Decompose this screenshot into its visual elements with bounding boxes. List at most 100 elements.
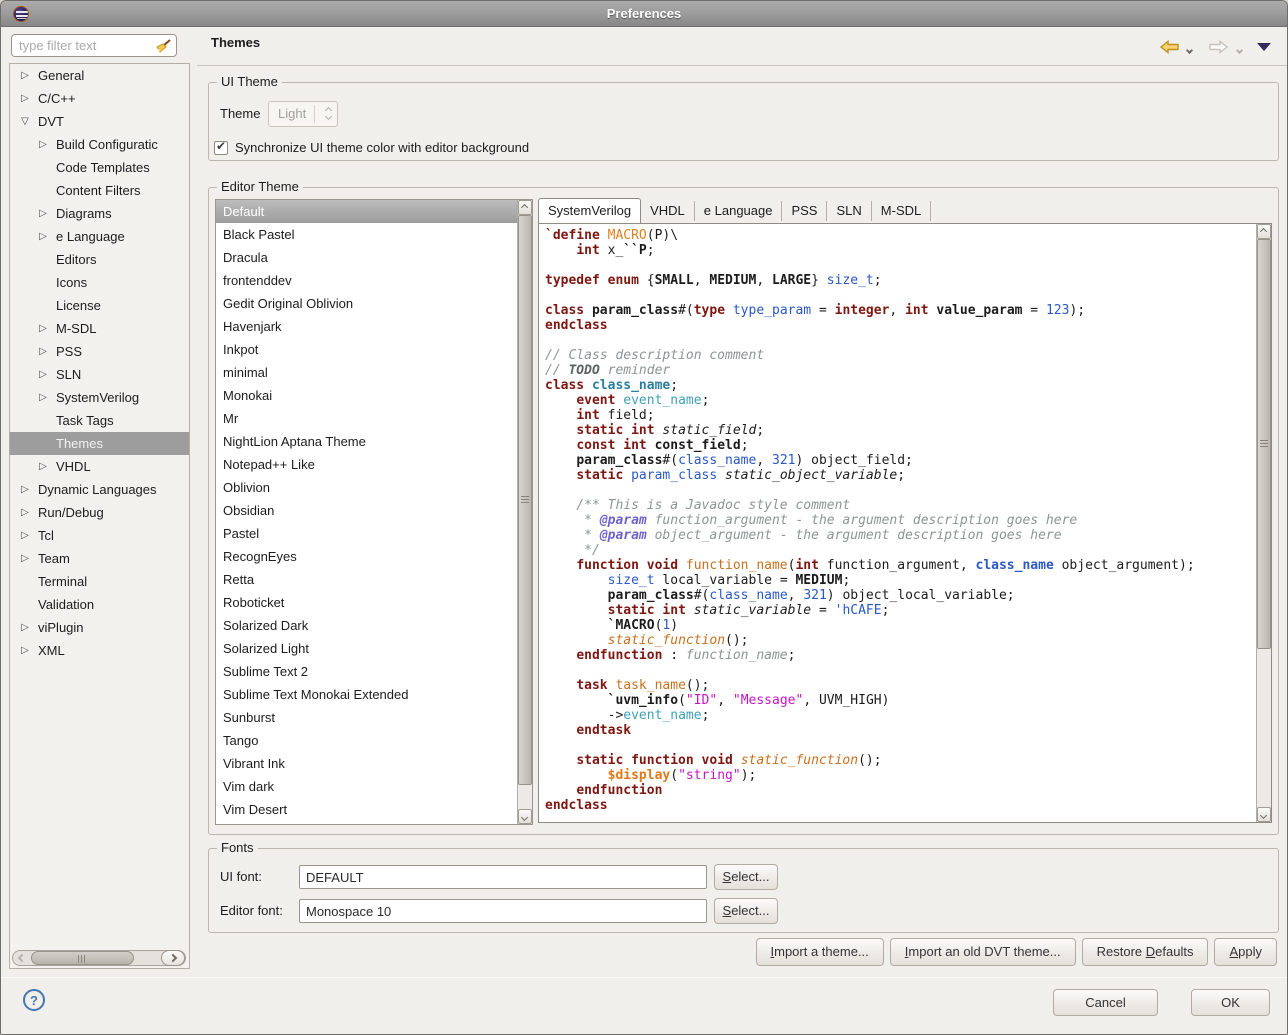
expand-icon[interactable]: ▷ [36, 363, 50, 386]
forward-icon[interactable] [1207, 37, 1229, 57]
tree-item-sln[interactable]: ▷SLN [10, 363, 189, 386]
tree-item-general[interactable]: ▷General [10, 64, 189, 87]
expand-icon[interactable]: ▷ [36, 340, 50, 363]
tab-e-language[interactable]: e Language [695, 201, 783, 221]
theme-list-item-inkpot[interactable]: Inkpot [216, 338, 517, 361]
scroll-left-icon[interactable] [15, 952, 31, 964]
theme-list-item-oblivion[interactable]: Oblivion [216, 476, 517, 499]
theme-list-item-notepad-like[interactable]: Notepad++ Like [216, 453, 517, 476]
editor-font-input[interactable] [299, 899, 707, 923]
tree-item-license[interactable]: License [10, 294, 189, 317]
scroll-down-icon[interactable] [518, 809, 532, 824]
restore-defaults-button[interactable]: Restore Defaults [1082, 938, 1209, 966]
theme-list-item-obsidian[interactable]: Obsidian [216, 499, 517, 522]
scroll-up-icon[interactable] [518, 200, 532, 215]
tree-item-diagrams[interactable]: ▷Diagrams [10, 202, 189, 225]
theme-list-item-havenjark[interactable]: Havenjark [216, 315, 517, 338]
theme-list-item-sublime-text-2[interactable]: Sublime Text 2 [216, 660, 517, 683]
theme-list-item-recogneyes[interactable]: RecognEyes [216, 545, 517, 568]
theme-list-item-sunburst[interactable]: Sunburst [216, 706, 517, 729]
forward-history-dropdown-icon[interactable] [1237, 45, 1242, 55]
filter-input[interactable] [17, 36, 147, 55]
tree-horizontal-scrollbar[interactable] [12, 950, 186, 966]
tree-item-dynamic-languages[interactable]: ▷Dynamic Languages [10, 478, 189, 501]
scrollbar-thumb[interactable] [518, 215, 532, 785]
scroll-down-icon[interactable] [1257, 807, 1271, 822]
tree-item-dvt[interactable]: ▽DVT [10, 110, 189, 133]
theme-list-item-roboticket[interactable]: Roboticket [216, 591, 517, 614]
theme-list-item-vim-dark[interactable]: Vim dark [216, 775, 517, 798]
tree-item-m-sdl[interactable]: ▷M-SDL [10, 317, 189, 340]
expand-icon[interactable]: ▷ [18, 524, 32, 547]
theme-list-item-sublime-text-monokai-extended[interactable]: Sublime Text Monokai Extended [216, 683, 517, 706]
theme-list-item-dracula[interactable]: Dracula [216, 246, 517, 269]
tree-item-validation[interactable]: Validation [10, 593, 189, 616]
tree-item-c-c[interactable]: ▷C/C++ [10, 87, 189, 110]
tree-item-run-debug[interactable]: ▷Run/Debug [10, 501, 189, 524]
expand-icon[interactable]: ▷ [36, 202, 50, 225]
expand-icon[interactable]: ▷ [18, 616, 32, 639]
expand-icon[interactable]: ▷ [18, 64, 32, 87]
theme-list-item-gedit-original-oblivion[interactable]: Gedit Original Oblivion [216, 292, 517, 315]
code-preview-panel[interactable]: `define MACRO(P)\ int x_``P; typedef enu… [538, 223, 1272, 823]
scroll-right-icon[interactable] [161, 950, 185, 966]
expand-icon[interactable]: ▷ [36, 317, 50, 340]
sync-checkbox[interactable] [214, 141, 228, 155]
tab-sln[interactable]: SLN [827, 201, 871, 221]
back-history-dropdown-icon[interactable] [1187, 45, 1192, 55]
theme-list-item-tango[interactable]: Tango [216, 729, 517, 752]
theme-list-scrollbar[interactable] [517, 200, 532, 824]
back-icon[interactable] [1159, 37, 1181, 57]
tab-systemverilog[interactable]: SystemVerilog [538, 198, 641, 223]
scrollbar-thumb[interactable] [31, 951, 134, 965]
tree-item-tcl[interactable]: ▷Tcl [10, 524, 189, 547]
expand-icon[interactable]: ▷ [36, 133, 50, 156]
expand-icon[interactable]: ▷ [36, 225, 50, 248]
theme-list-item-pastel[interactable]: Pastel [216, 522, 517, 545]
tree-item-editors[interactable]: Editors [10, 248, 189, 271]
tree-item-pss[interactable]: ▷PSS [10, 340, 189, 363]
expand-icon[interactable]: ▷ [18, 639, 32, 662]
theme-list-item-minimal[interactable]: minimal [216, 361, 517, 384]
tree-item-code-templates[interactable]: Code Templates [10, 156, 189, 179]
ui-font-select-button[interactable]: Select... [714, 864, 778, 890]
expand-icon[interactable]: ▷ [18, 501, 32, 524]
expand-icon[interactable]: ▷ [36, 455, 50, 478]
tree-item-build-configuratic[interactable]: ▷Build Configuratic [10, 133, 189, 156]
tree-item-e-language[interactable]: ▷e Language [10, 225, 189, 248]
tree-item-icons[interactable]: Icons [10, 271, 189, 294]
tree-item-themes[interactable]: Themes [10, 432, 189, 455]
tree-item-viplugin[interactable]: ▷viPlugin [10, 616, 189, 639]
expand-icon[interactable]: ▷ [18, 547, 32, 570]
tree-item-task-tags[interactable]: Task Tags [10, 409, 189, 432]
titlebar[interactable]: Preferences [1, 1, 1287, 27]
ui-theme-combo[interactable]: Light [268, 101, 338, 127]
theme-list-item-black-pastel[interactable]: Black Pastel [216, 223, 517, 246]
tree-item-vhdl[interactable]: ▷VHDL [10, 455, 189, 478]
tree-item-content-filters[interactable]: Content Filters [10, 179, 189, 202]
theme-list-item-solarized-light[interactable]: Solarized Light [216, 637, 517, 660]
tree-item-systemverilog[interactable]: ▷SystemVerilog [10, 386, 189, 409]
ok-button[interactable]: OK [1191, 989, 1270, 1016]
cancel-button[interactable]: Cancel [1053, 989, 1158, 1016]
tree-item-team[interactable]: ▷Team [10, 547, 189, 570]
expand-icon[interactable]: ▷ [36, 386, 50, 409]
theme-list-item-vibrant-ink[interactable]: Vibrant Ink [216, 752, 517, 775]
theme-list-item-default[interactable]: Default [216, 200, 517, 223]
expand-icon[interactable]: ▷ [18, 478, 32, 501]
import-old-dvt-theme-button[interactable]: Import an old DVT theme... [890, 938, 1076, 966]
editor-font-select-button[interactable]: Select... [714, 898, 778, 924]
ui-font-input[interactable] [299, 865, 707, 889]
expand-icon[interactable]: ▷ [18, 87, 32, 110]
tree-item-xml[interactable]: ▷XML [10, 639, 189, 662]
theme-list-item-mr[interactable]: Mr [216, 407, 517, 430]
import-theme-button[interactable]: Import a theme... [756, 938, 884, 966]
theme-list-item-nightlion-aptana-theme[interactable]: NightLion Aptana Theme [216, 430, 517, 453]
theme-list-item-monokai[interactable]: Monokai [216, 384, 517, 407]
collapse-icon[interactable]: ▽ [18, 110, 32, 133]
apply-button[interactable]: Apply [1214, 938, 1277, 966]
theme-list-item-frontenddev[interactable]: frontenddev [216, 269, 517, 292]
theme-list-item-retta[interactable]: Retta [216, 568, 517, 591]
tree-item-terminal[interactable]: Terminal [10, 570, 189, 593]
tab-vhdl[interactable]: VHDL [641, 201, 695, 221]
